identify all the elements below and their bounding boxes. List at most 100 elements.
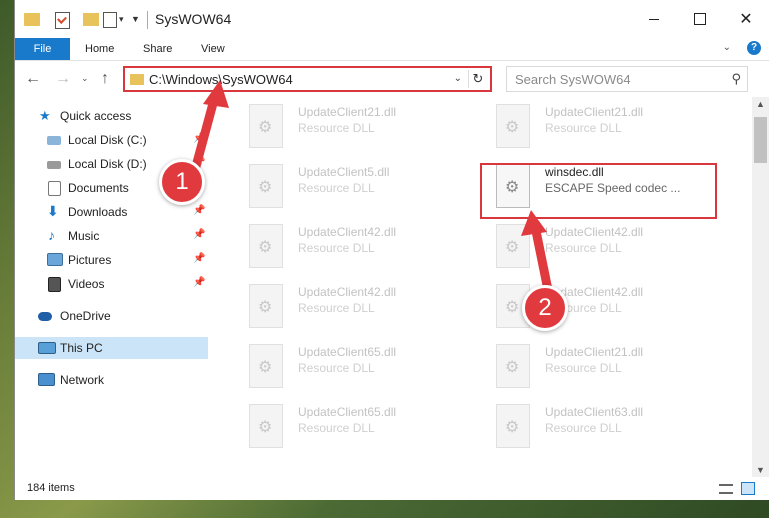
ribbon-tabs: File Home Share View ⌄ ? <box>15 38 769 61</box>
file-name: UpdateClient42.dll <box>298 285 397 299</box>
pin-icon[interactable]: 📌 <box>193 277 205 288</box>
pin-icon[interactable]: 📌 <box>193 253 205 264</box>
file-name: UpdateClient21.dll <box>298 105 397 119</box>
videos-icon <box>48 277 61 292</box>
sidebar-item-local-disk-c[interactable]: Local Disk (C:) 📌 <box>15 129 208 151</box>
music-icon: ♪ <box>48 227 55 243</box>
scrollbar-thumb[interactable] <box>754 117 767 163</box>
scroll-up-icon[interactable]: ▲ <box>752 99 769 109</box>
sidebar-item-label: Documents <box>68 181 129 195</box>
dll-file-icon <box>249 404 283 448</box>
new-folder-icon[interactable] <box>83 13 99 26</box>
dll-file-icon <box>249 344 283 388</box>
list-item[interactable]: UpdateClient42.dll Resource DLL <box>244 279 479 333</box>
search-icon[interactable]: ⚲ <box>731 71 741 87</box>
properties-check-icon[interactable] <box>55 12 70 29</box>
list-item[interactable]: UpdateClient42.dll Resource DLL <box>244 219 479 273</box>
list-item[interactable]: UpdateClient5.dll Resource DLL <box>244 159 479 213</box>
list-item[interactable]: UpdateClient42.dll Resource DLL <box>491 219 726 273</box>
sidebar-item-label: Pictures <box>68 253 112 267</box>
file-description: Resource DLL <box>545 241 622 255</box>
list-item[interactable]: UpdateClient65.dll Resource DLL <box>244 339 479 393</box>
sidebar-item-network[interactable]: Network <box>15 369 208 391</box>
list-item[interactable]: UpdateClient63.dll Resource DLL <box>491 399 726 453</box>
tab-file[interactable]: File <box>15 38 70 60</box>
maximize-button[interactable] <box>677 0 723 38</box>
star-icon: ★ <box>39 108 51 123</box>
forward-arrow-icon[interactable]: → <box>55 70 71 88</box>
window-title: SysWOW64 <box>155 11 232 27</box>
recent-locations-icon[interactable]: ⌄ <box>81 73 89 84</box>
pictures-icon <box>47 253 63 266</box>
vertical-scrollbar[interactable]: ▲ ▼ <box>752 97 769 477</box>
download-icon: ⬇ <box>47 203 59 219</box>
rename-icon[interactable] <box>103 12 117 28</box>
tab-home[interactable]: Home <box>85 38 114 60</box>
maximize-icon <box>694 13 706 25</box>
expand-ribbon-icon[interactable]: ⌄ <box>723 42 731 53</box>
navigation-pane: ★ Quick access Local Disk (C:) 📌 Local D… <box>15 97 208 477</box>
pin-icon[interactable]: 📌 <box>193 229 205 240</box>
file-description: Resource DLL <box>298 181 375 195</box>
drive-icon <box>47 136 61 145</box>
tab-share[interactable]: Share <box>143 38 172 60</box>
dll-file-icon <box>249 224 283 268</box>
list-item[interactable]: UpdateClient21.dll Resource DLL <box>491 339 726 393</box>
file-description: Resource DLL <box>298 301 375 315</box>
file-name: UpdateClient63.dll <box>545 405 644 419</box>
computer-icon <box>38 342 56 354</box>
file-description: Resource DLL <box>545 361 622 375</box>
file-name: UpdateClient5.dll <box>298 165 390 179</box>
close-button[interactable]: ✕ <box>723 0 769 38</box>
title-bar: ▾ ▼ SysWOW64 ✕ <box>15 0 769 38</box>
title-separator <box>147 11 148 29</box>
minimize-button[interactable] <box>631 0 677 38</box>
pin-icon[interactable]: 📌 <box>193 205 205 216</box>
search-input[interactable]: Search SysWOW64 <box>515 72 631 87</box>
sidebar-item-music[interactable]: ♪ Music 📌 <box>15 225 208 247</box>
tab-view[interactable]: View <box>201 38 225 60</box>
drive-icon <box>47 161 61 169</box>
list-item[interactable]: UpdateClient21.dll Resource DLL <box>491 99 726 153</box>
list-item[interactable]: UpdateClient21.dll Resource DLL <box>244 99 479 153</box>
sidebar-item-videos[interactable]: Videos 📌 <box>15 273 208 295</box>
list-item[interactable]: UpdateClient65.dll Resource DLL <box>244 399 479 453</box>
details-view-icon[interactable] <box>719 484 733 494</box>
chevron-down-icon[interactable]: ⌄ <box>454 73 462 84</box>
file-name: UpdateClient65.dll <box>298 405 397 419</box>
refresh-icon[interactable]: ↻ <box>468 70 487 88</box>
file-description: Resource DLL <box>298 361 375 375</box>
status-bar: 184 items <box>15 477 769 500</box>
address-bar[interactable]: C:\Windows\SysWOW64 ⌄ ↻ <box>123 66 492 92</box>
up-arrow-icon[interactable]: ↑ <box>101 70 109 88</box>
sidebar-item-label: Downloads <box>68 205 128 219</box>
file-name: UpdateClient42.dll <box>545 225 644 239</box>
large-icons-view-icon[interactable] <box>741 482 755 495</box>
close-icon: ✕ <box>739 11 753 28</box>
highlight-box <box>480 163 717 219</box>
sidebar-item-this-pc[interactable]: This PC <box>15 337 208 359</box>
scroll-down-icon[interactable]: ▼ <box>752 465 769 475</box>
help-icon[interactable]: ? <box>747 41 761 55</box>
search-box[interactable]: Search SysWOW64 ⚲ <box>506 66 748 92</box>
sidebar-item-pictures[interactable]: Pictures 📌 <box>15 249 208 271</box>
file-name: UpdateClient42.dll <box>298 225 397 239</box>
dll-file-icon <box>496 224 530 268</box>
customize-toolbar-icon[interactable]: ▼ <box>131 14 140 24</box>
sidebar-item-quick-access[interactable]: ★ Quick access <box>15 105 208 127</box>
dll-file-icon <box>496 104 530 148</box>
address-path[interactable]: C:\Windows\SysWOW64 <box>149 72 293 87</box>
callout-badge-1: 1 <box>159 159 205 205</box>
back-arrow-icon[interactable]: ← <box>25 70 41 88</box>
item-count: 184 items <box>27 482 75 494</box>
cloud-icon <box>38 312 52 321</box>
sidebar-item-label: Videos <box>68 277 105 291</box>
pin-icon[interactable]: 📌 <box>193 133 205 144</box>
sidebar-item-label: OneDrive <box>60 309 111 323</box>
folder-icon <box>130 74 144 85</box>
file-name: UpdateClient21.dll <box>545 345 644 359</box>
sidebar-item-onedrive[interactable]: OneDrive <box>15 305 208 327</box>
dll-file-icon <box>496 404 530 448</box>
chevron-down-icon[interactable]: ▾ <box>119 14 124 25</box>
file-description: Resource DLL <box>298 121 375 135</box>
